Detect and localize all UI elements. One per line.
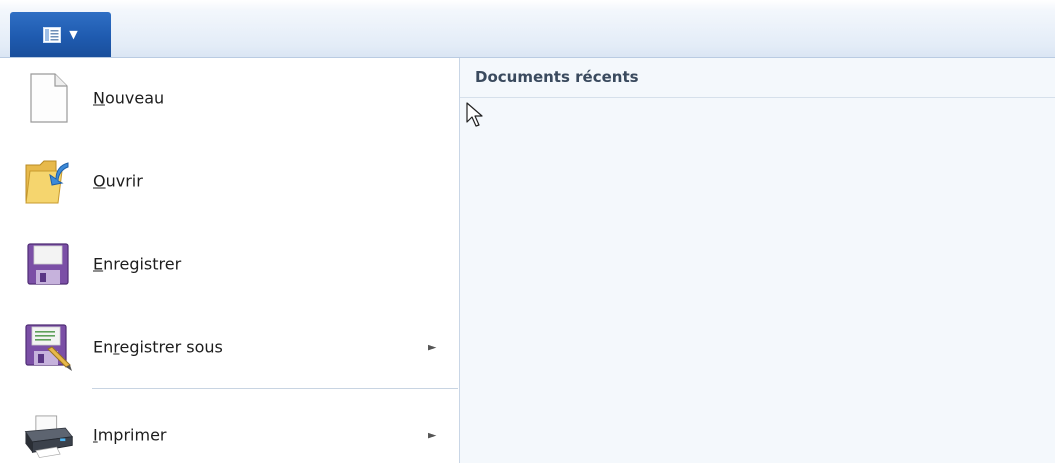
application-menu-commands: Nouveau Ouvrir Enregistrer Enregistrer s…: [0, 58, 459, 463]
recent-documents-title: Documents récents: [475, 68, 639, 86]
mouse-cursor-icon: [466, 102, 483, 127]
menu-item-save-as[interactable]: Enregistrer sous ►: [0, 307, 459, 387]
menu-item-label: Imprimer: [93, 425, 167, 445]
menu-item-new[interactable]: Nouveau: [0, 58, 459, 138]
ribbon-tab-bar: ▼: [0, 0, 1055, 58]
application-menu-button[interactable]: ▼: [10, 12, 111, 57]
menu-item-save[interactable]: Enregistrer: [0, 224, 459, 304]
printer-icon: [22, 409, 74, 461]
submenu-arrow-icon: ►: [428, 428, 437, 442]
chevron-down-icon: ▼: [69, 28, 78, 41]
menu-item-label: Nouveau: [93, 88, 165, 108]
menu-item-label: Enregistrer: [93, 254, 182, 274]
submenu-arrow-icon: ►: [428, 340, 437, 354]
new-document-icon: [22, 72, 74, 124]
menu-item-open[interactable]: Ouvrir: [0, 141, 459, 221]
menu-item-label: Enregistrer sous: [93, 337, 223, 357]
menu-separator: [92, 388, 458, 389]
save-as-icon: [22, 321, 74, 373]
open-folder-icon: [22, 155, 74, 207]
recent-documents-rule: [460, 97, 1055, 98]
menu-item-print[interactable]: Imprimer ►: [0, 395, 459, 475]
document-menu-icon: [43, 26, 62, 43]
menu-item-label: Ouvrir: [93, 171, 143, 191]
save-disk-icon: [22, 238, 74, 290]
recent-documents-pane: Documents récents: [460, 58, 1055, 463]
